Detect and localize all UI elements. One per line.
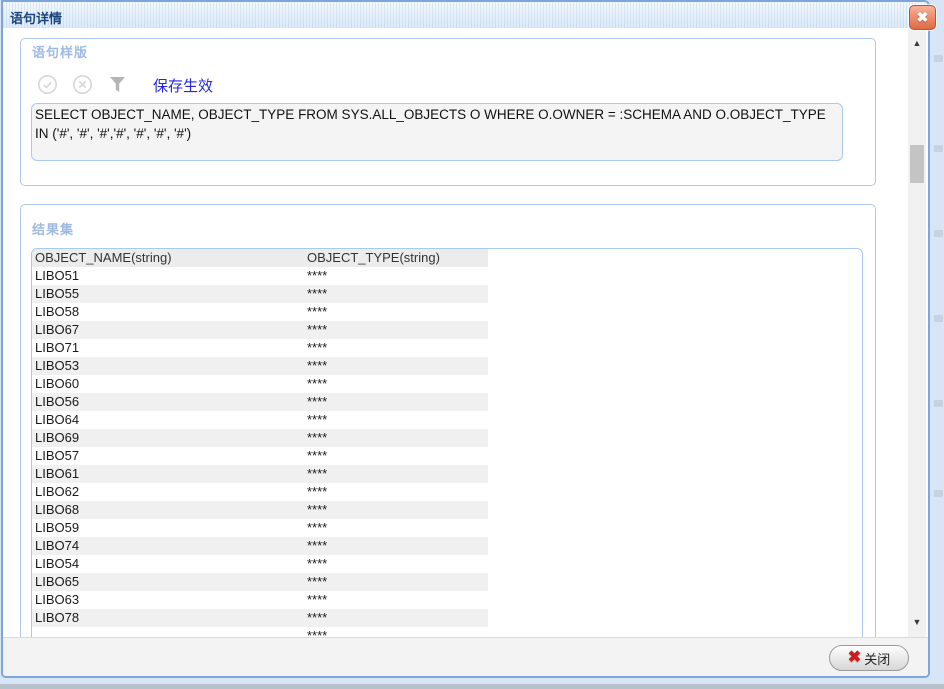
cell-object-type: **** xyxy=(307,519,488,537)
scroll-down-icon[interactable]: ▼ xyxy=(908,615,926,629)
statement-template-title: 语句样版 xyxy=(32,42,88,61)
table-row[interactable]: LIBO65**** xyxy=(32,573,488,591)
background-content-mark xyxy=(934,490,943,497)
table-row[interactable]: LIBO74**** xyxy=(32,537,488,555)
background-content-mark xyxy=(934,315,943,322)
table-row[interactable]: LIBO63**** xyxy=(32,591,488,609)
table-row[interactable]: LIBO53**** xyxy=(32,357,488,375)
cell-object-type: **** xyxy=(307,285,488,303)
sql-statement-input[interactable]: SELECT OBJECT_NAME, OBJECT_TYPE FROM SYS… xyxy=(31,103,843,161)
scroll-up-icon[interactable]: ▲ xyxy=(908,36,926,50)
table-row[interactable]: LIBO54**** xyxy=(32,555,488,573)
cell-object-name: LIBO69 xyxy=(32,429,307,447)
table-row[interactable]: LIBO64**** xyxy=(32,411,488,429)
table-row[interactable]: LIBO60**** xyxy=(32,375,488,393)
accept-circle-icon[interactable] xyxy=(37,74,58,95)
cell-object-type: **** xyxy=(307,555,488,573)
cell-object-name: LIBO62 xyxy=(32,483,307,501)
result-table: OBJECT_NAME(string) OBJECT_TYPE(string) … xyxy=(31,248,863,637)
cell-object-type: **** xyxy=(307,465,488,483)
table-row[interactable]: **** xyxy=(32,627,488,637)
cell-object-type: **** xyxy=(307,609,488,627)
dialog-close-icon[interactable]: ✖ xyxy=(909,5,936,30)
dialog-body: 语句样版 xyxy=(3,28,908,637)
dialog-titlebar: 语句详情 xyxy=(3,2,928,28)
cell-object-name: LIBO78 xyxy=(32,609,307,627)
cell-object-type: **** xyxy=(307,303,488,321)
statement-template-panel: 语句样版 xyxy=(20,38,876,186)
table-row[interactable]: LIBO57**** xyxy=(32,447,488,465)
table-row[interactable]: LIBO55**** xyxy=(32,285,488,303)
table-row[interactable]: LIBO62**** xyxy=(32,483,488,501)
cell-object-type: **** xyxy=(307,375,488,393)
cell-object-type: **** xyxy=(307,339,488,357)
result-set-panel: 结果集 OBJECT_NAME(string) OBJECT_TYPE(stri… xyxy=(20,204,876,637)
result-table-body: LIBO51****LIBO55****LIBO58****LIBO67****… xyxy=(32,267,862,637)
result-set-title: 结果集 xyxy=(32,219,74,238)
close-button-label: 关闭 xyxy=(864,649,890,668)
scrollbar-thumb[interactable] xyxy=(910,145,924,183)
table-row[interactable]: LIBO78**** xyxy=(32,609,488,627)
dialog-title: 语句详情 xyxy=(10,8,62,27)
cell-object-name: LIBO51 xyxy=(32,267,307,285)
cell-object-name: LIBO67 xyxy=(32,321,307,339)
cell-object-name xyxy=(32,627,307,637)
cell-object-type: **** xyxy=(307,573,488,591)
vertical-scrollbar[interactable]: ▲ ▼ xyxy=(908,28,926,637)
cell-object-name: LIBO61 xyxy=(32,465,307,483)
cell-object-name: LIBO58 xyxy=(32,303,307,321)
cell-object-type: **** xyxy=(307,411,488,429)
filter-icon[interactable] xyxy=(108,74,129,95)
cell-object-name: LIBO55 xyxy=(32,285,307,303)
cell-object-type: **** xyxy=(307,501,488,519)
cell-object-name: LIBO56 xyxy=(32,393,307,411)
save-effective-link[interactable]: 保存生效 xyxy=(153,75,213,96)
cell-object-name: LIBO54 xyxy=(32,555,307,573)
cell-object-name: LIBO60 xyxy=(32,375,307,393)
table-row[interactable]: LIBO69**** xyxy=(32,429,488,447)
cell-object-type: **** xyxy=(307,357,488,375)
statement-detail-dialog: 语句详情 ✖ 语句样版 xyxy=(1,0,930,678)
column-header-object-type[interactable]: OBJECT_TYPE(string) xyxy=(307,249,488,267)
cell-object-type: **** xyxy=(307,267,488,285)
table-row[interactable]: LIBO56**** xyxy=(32,393,488,411)
cell-object-name: LIBO65 xyxy=(32,573,307,591)
cell-object-name: LIBO71 xyxy=(32,339,307,357)
statement-toolbar xyxy=(37,74,139,96)
cell-object-name: LIBO68 xyxy=(32,501,307,519)
page-background-strip xyxy=(0,684,944,689)
red-x-icon: ✖ xyxy=(848,650,861,666)
table-row[interactable]: LIBO51**** xyxy=(32,267,488,285)
cell-object-name: LIBO59 xyxy=(32,519,307,537)
table-row[interactable]: LIBO58**** xyxy=(32,303,488,321)
cell-object-type: **** xyxy=(307,429,488,447)
table-row[interactable]: LIBO61**** xyxy=(32,465,488,483)
table-row[interactable]: LIBO67**** xyxy=(32,321,488,339)
cell-object-type: **** xyxy=(307,321,488,339)
cell-object-type: **** xyxy=(307,627,488,637)
cell-object-name: LIBO63 xyxy=(32,591,307,609)
cell-object-name: LIBO53 xyxy=(32,357,307,375)
cancel-circle-icon[interactable] xyxy=(72,74,93,95)
column-header-object-name[interactable]: OBJECT_NAME(string) xyxy=(32,249,307,267)
cell-object-type: **** xyxy=(307,537,488,555)
table-row[interactable]: LIBO59**** xyxy=(32,519,488,537)
cell-object-name: LIBO64 xyxy=(32,411,307,429)
cell-object-name: LIBO57 xyxy=(32,447,307,465)
cell-object-type: **** xyxy=(307,483,488,501)
result-table-header: OBJECT_NAME(string) OBJECT_TYPE(string) xyxy=(32,249,488,267)
cell-object-type: **** xyxy=(307,393,488,411)
background-content-mark xyxy=(934,230,943,237)
table-row[interactable]: LIBO68**** xyxy=(32,501,488,519)
table-row[interactable]: LIBO71**** xyxy=(32,339,488,357)
close-button[interactable]: ✖ 关闭 xyxy=(829,645,909,671)
background-content-mark xyxy=(934,400,943,407)
cell-object-name: LIBO74 xyxy=(32,537,307,555)
dialog-footer: ✖ 关闭 xyxy=(3,637,928,676)
cell-object-type: **** xyxy=(307,591,488,609)
background-content-mark xyxy=(934,145,943,152)
background-content-mark xyxy=(934,55,943,62)
cell-object-type: **** xyxy=(307,447,488,465)
